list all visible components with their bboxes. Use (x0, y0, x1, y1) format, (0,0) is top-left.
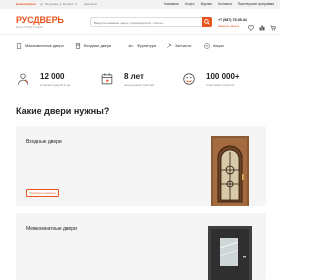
stats-row: 12 000 установок дверей в год 8 лет Непр… (0, 68, 280, 94)
cart-icon[interactable] (270, 18, 276, 31)
interior-door-image (208, 226, 252, 280)
compare-icon[interactable] (259, 18, 265, 31)
contacts-link[interactable]: Контакты (84, 2, 97, 6)
callback-link[interactable]: Заказать звонок (218, 24, 239, 28)
header-icons (248, 18, 276, 31)
search-box (90, 17, 212, 27)
top-nav-company[interactable]: Компания (164, 2, 179, 6)
installer-icon (18, 73, 29, 85)
category-card-entrance[interactable]: Входные двери Подобрать в каталоге (16, 126, 266, 206)
category-card-interior[interactable]: Межкомнатные двери (16, 213, 266, 280)
stat-label: Счастливых клиентов (206, 83, 235, 87)
stat-number: 100 000+ (206, 72, 240, 81)
entrance-door-image (211, 136, 249, 206)
category-label: Акции (213, 44, 224, 48)
catalog-button[interactable]: Подобрать в каталоге (26, 189, 59, 197)
phone-number[interactable]: +7 (987) 75-35-32 (218, 18, 247, 22)
stat-label: Непрерывной практики (124, 83, 155, 87)
card-title: Межкомнатные двери (26, 226, 77, 232)
stat-number: 12 000 (40, 72, 65, 81)
search-input[interactable] (94, 19, 198, 26)
favorites-icon[interactable] (248, 18, 254, 31)
tool-icon (167, 43, 172, 48)
happy-client-icon (183, 73, 195, 85)
category-label: Запчасти (175, 44, 192, 48)
interior-door-icon (16, 43, 22, 49)
logo-tagline: Более 15 000 отзывов (16, 26, 43, 29)
handle-icon (128, 44, 134, 48)
site-header: РУСДВЕРЬ Более 15 000 отзывов +7 (987) 7… (0, 9, 280, 35)
top-nav-contacts[interactable]: Контакты (218, 2, 232, 6)
entrance-door-icon (75, 43, 81, 49)
category-label: Входные двери (84, 44, 112, 48)
stat-label: установок дверей в год (40, 83, 71, 87)
stat-number: 8 лет (124, 72, 144, 81)
category-hardware[interactable]: Фурнитура (128, 43, 156, 49)
logo[interactable]: РУСДВЕРЬ (16, 15, 64, 25)
section-title: Какие двери нужны? (16, 106, 110, 116)
top-nav-journal[interactable]: Журнал (200, 2, 212, 6)
search-icon (204, 19, 210, 25)
top-nav-partners[interactable]: Партнерская программа (238, 2, 274, 6)
category-label: Межкомнатные двери (25, 44, 64, 48)
category-sales[interactable]: Акции (204, 43, 224, 49)
city-selector[interactable]: Новосибирск (16, 2, 36, 6)
top-nav: Компания Услуги Журнал Контакты Партнерс… (164, 2, 274, 6)
address-text: ул. Петухова, д. 81 корп. 2 (40, 2, 77, 6)
top-nav-services[interactable]: Услуги (185, 2, 195, 6)
card-title: Входные двери (26, 139, 62, 145)
calendar-icon (101, 73, 113, 85)
category-label: Фурнитура (137, 44, 156, 48)
category-spare-parts[interactable]: Запчасти (166, 43, 191, 49)
category-entrance-doors[interactable]: Входные двери (75, 43, 111, 49)
top-info-bar: Новосибирск ул. Петухова, д. 81 корп. 2 … (0, 0, 280, 9)
category-interior-doors[interactable]: Межкомнатные двери (16, 43, 64, 49)
percent-icon (204, 43, 210, 49)
category-nav: Межкомнатные двери Входные двери Фурниту… (0, 40, 280, 54)
search-button[interactable] (202, 17, 212, 27)
